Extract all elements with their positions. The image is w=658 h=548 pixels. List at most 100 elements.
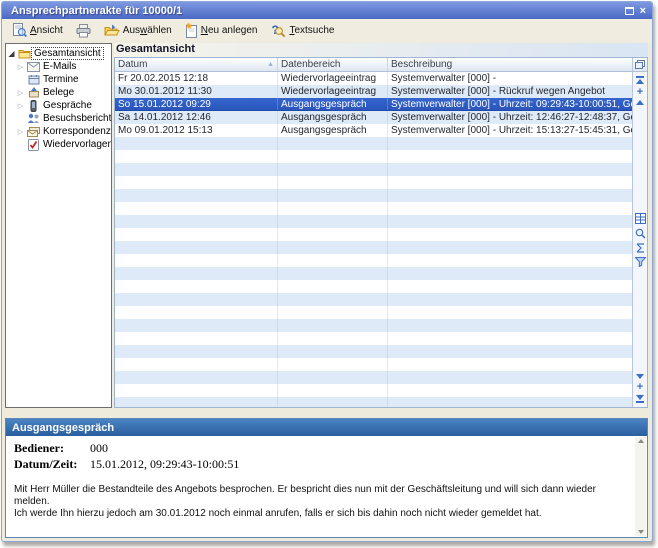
- cell: [115, 397, 278, 407]
- scroll-up-icon[interactable]: [638, 439, 644, 443]
- cell: [115, 241, 278, 254]
- cell: Ausgangsgespräch: [278, 124, 388, 137]
- sidebar-item-termine[interactable]: Termine: [6, 73, 111, 86]
- cell: [115, 358, 278, 371]
- cell: Systemverwalter [000] - Uhrzeit: 15:13:2…: [388, 124, 632, 137]
- cell: [115, 306, 278, 319]
- search-icon[interactable]: [635, 228, 646, 239]
- close-icon[interactable]: ×: [640, 6, 646, 16]
- page-down-icon[interactable]: +: [637, 383, 643, 391]
- filter-icon[interactable]: [635, 257, 646, 267]
- cell: So 15.01.2012 09:29: [115, 98, 278, 110]
- sidebar-item-gesamtansicht[interactable]: ◢ Gesamtansicht: [6, 47, 111, 60]
- table-row-empty[interactable]: [115, 150, 632, 163]
- toolbar: Ansicht Auswählen Neu anlegen ? Textsuch…: [2, 19, 652, 42]
- table-row[interactable]: Sa 14.01.2012 12:46AusgangsgesprächSyste…: [115, 111, 632, 124]
- tree-collapsed-icon[interactable]: ▷: [15, 128, 26, 136]
- detail-scrollbar[interactable]: [635, 437, 646, 536]
- table-row-empty[interactable]: [115, 371, 632, 384]
- auswaehlen-button[interactable]: Auswählen: [99, 22, 177, 39]
- cell: [278, 384, 388, 397]
- table-row[interactable]: So 15.01.2012 09:29AusgangsgesprächSyste…: [115, 98, 632, 111]
- grid-header: Datum ▲ Datenbereich Beschreibung: [115, 58, 632, 72]
- ansicht-button[interactable]: Ansicht: [7, 21, 68, 40]
- table-row-empty[interactable]: [115, 254, 632, 267]
- phone-icon: [26, 100, 41, 112]
- table-row-empty[interactable]: [115, 345, 632, 358]
- cell: [388, 150, 632, 163]
- detail-panel: Ausgangsgespräch Bediener: 000 Datum/Zei…: [5, 418, 648, 538]
- column-header-datenbereich[interactable]: Datenbereich: [278, 58, 388, 71]
- cell: [115, 345, 278, 358]
- cell: Mo 30.01.2012 11:30: [115, 85, 278, 98]
- cell: [388, 306, 632, 319]
- cell: [388, 189, 632, 202]
- table-row-empty[interactable]: [115, 319, 632, 332]
- cell: [388, 293, 632, 306]
- table-row-empty[interactable]: [115, 163, 632, 176]
- tree-collapsed-icon[interactable]: ▷: [15, 89, 26, 97]
- scroll-down-icon[interactable]: [638, 530, 644, 534]
- sum-icon[interactable]: [635, 243, 646, 253]
- sidebar-item-label: Besuchsberichte: [41, 113, 112, 124]
- sidebar-item-korrespondenzen[interactable]: ▷ Korrespondenzen: [6, 125, 111, 138]
- table-row-empty[interactable]: [115, 384, 632, 397]
- cell: [388, 397, 632, 407]
- table-row-empty[interactable]: [115, 293, 632, 306]
- cell: [115, 293, 278, 306]
- tree-expanded-icon[interactable]: ◢: [6, 49, 17, 58]
- table-row-empty[interactable]: [115, 189, 632, 202]
- table-row-empty[interactable]: [115, 241, 632, 254]
- table-row[interactable]: Fr 20.02.2015 12:18WiedervorlageeintragS…: [115, 72, 632, 85]
- restore-icon[interactable]: [625, 7, 634, 15]
- table-row-empty[interactable]: [115, 306, 632, 319]
- jump-last-icon[interactable]: [636, 395, 644, 403]
- table-row-empty[interactable]: [115, 397, 632, 407]
- textsuche-button[interactable]: ? Textsuche: [265, 22, 339, 40]
- column-chooser-button[interactable]: [633, 58, 647, 72]
- page-up-icon[interactable]: +: [637, 88, 643, 96]
- sidebar-item-gespraeche[interactable]: ▷ Gespräche: [6, 99, 111, 112]
- table-row-empty[interactable]: [115, 332, 632, 345]
- jump-first-icon[interactable]: [636, 76, 644, 84]
- cell: [388, 241, 632, 254]
- table-row-empty[interactable]: [115, 280, 632, 293]
- table-row-empty[interactable]: [115, 202, 632, 215]
- cell: [388, 371, 632, 384]
- step-up-icon[interactable]: [636, 100, 644, 105]
- sidebar-item-emails[interactable]: ▷ E-Mails: [6, 60, 111, 73]
- table-row-empty[interactable]: [115, 267, 632, 280]
- sidebar-item-wiedervorlagen[interactable]: Wiedervorlagen: [6, 138, 111, 151]
- column-header-datum[interactable]: Datum ▲: [115, 58, 278, 71]
- table-row-empty[interactable]: [115, 137, 632, 150]
- step-down-icon[interactable]: [636, 374, 644, 379]
- table-row-empty[interactable]: [115, 176, 632, 189]
- new-document-icon: [185, 23, 198, 38]
- open-folder-icon: [104, 24, 120, 37]
- tree-collapsed-icon[interactable]: ▷: [15, 63, 26, 71]
- cell: [115, 371, 278, 384]
- sidebar-item-label: Belege: [41, 87, 76, 98]
- column-header-beschreibung[interactable]: Beschreibung: [388, 58, 632, 71]
- cell: [278, 293, 388, 306]
- grid-settings-icon[interactable]: [635, 213, 646, 224]
- table-row[interactable]: Mo 09.01.2012 15:13AusgangsgesprächSyste…: [115, 124, 632, 137]
- folder-icon: [17, 48, 32, 59]
- sidebar-item-besuchsberichte[interactable]: Besuchsberichte: [6, 112, 111, 125]
- table-row-empty[interactable]: [115, 228, 632, 241]
- cell: Systemverwalter [000] - Rückruf wegen An…: [388, 85, 632, 98]
- table-row[interactable]: Mo 30.01.2012 11:30WiedervorlageeintragS…: [115, 85, 632, 98]
- tree-collapsed-icon[interactable]: ▷: [15, 102, 26, 110]
- datum-zeit-label: Datum/Zeit:: [14, 457, 90, 472]
- neu-anlegen-button[interactable]: Neu anlegen: [180, 21, 263, 40]
- table-row-empty[interactable]: [115, 358, 632, 371]
- people-icon: [26, 113, 41, 124]
- view-document-icon: [12, 23, 27, 38]
- cell: [115, 254, 278, 267]
- view-title: Gesamtansicht: [114, 43, 648, 57]
- cell: [115, 150, 278, 163]
- print-button[interactable]: [71, 22, 96, 40]
- sidebar-item-belege[interactable]: ▷ Belege: [6, 86, 111, 99]
- cell: [115, 319, 278, 332]
- table-row-empty[interactable]: [115, 215, 632, 228]
